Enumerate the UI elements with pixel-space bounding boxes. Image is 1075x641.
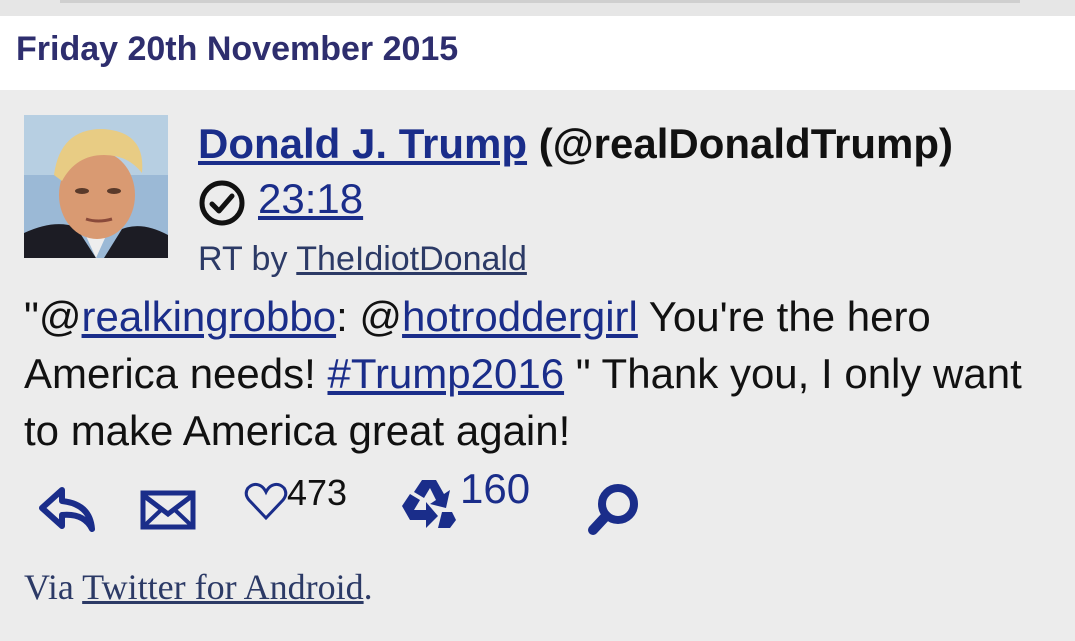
tweet-separator: : @ (336, 293, 403, 340)
like-count: 473 (287, 472, 348, 513)
tweet-open-quote: "@ (24, 293, 82, 340)
rt-user-link[interactable]: TheIdiotDonald (296, 240, 527, 278)
tweet-time-link[interactable]: 23:18 (258, 175, 363, 223)
rt-prefix: RT by (198, 240, 297, 278)
date-header-band: Friday 20th November 2015 (0, 16, 1075, 90)
author-handle: (@realDonaldTrump) (538, 120, 954, 167)
heart-icon[interactable] (244, 482, 288, 522)
tweet-card: Donald J. Trump (@realDonaldTrump) 23:18… (0, 90, 1075, 641)
date-header: Friday 20th November 2015 (16, 30, 459, 68)
retweet-count: 160 (460, 465, 531, 512)
top-strip (0, 0, 1075, 16)
check-circle-icon (199, 180, 245, 226)
reply-icon[interactable] (38, 486, 96, 532)
search-icon[interactable] (586, 482, 646, 538)
hashtag-link[interactable]: #Trump2016 (327, 350, 564, 397)
mention-link-hotroddergirl[interactable]: hotroddergirl (402, 293, 638, 340)
mention-link-realkingrobbo[interactable]: realkingrobbo (82, 293, 337, 340)
avatar[interactable] (24, 115, 168, 258)
tweet-text: "@realkingrobbo: @hotroddergirl You're t… (24, 288, 1054, 459)
envelope-icon[interactable] (140, 490, 196, 530)
via-prefix: Via (24, 567, 83, 607)
via-suffix: . (363, 567, 373, 607)
author-line: Donald J. Trump (@realDonaldTrump) (198, 120, 953, 168)
recycle-icon[interactable] (398, 476, 460, 532)
top-divider (60, 0, 1020, 3)
source-link[interactable]: Twitter for Android (82, 567, 363, 607)
retweeted-by: RT by TheIdiotDonald (198, 240, 527, 279)
tweet-actions: 473 160 (0, 465, 1075, 540)
author-name-link[interactable]: Donald J. Trump (198, 120, 527, 167)
via-line: Via Twitter for Android. (24, 566, 373, 608)
